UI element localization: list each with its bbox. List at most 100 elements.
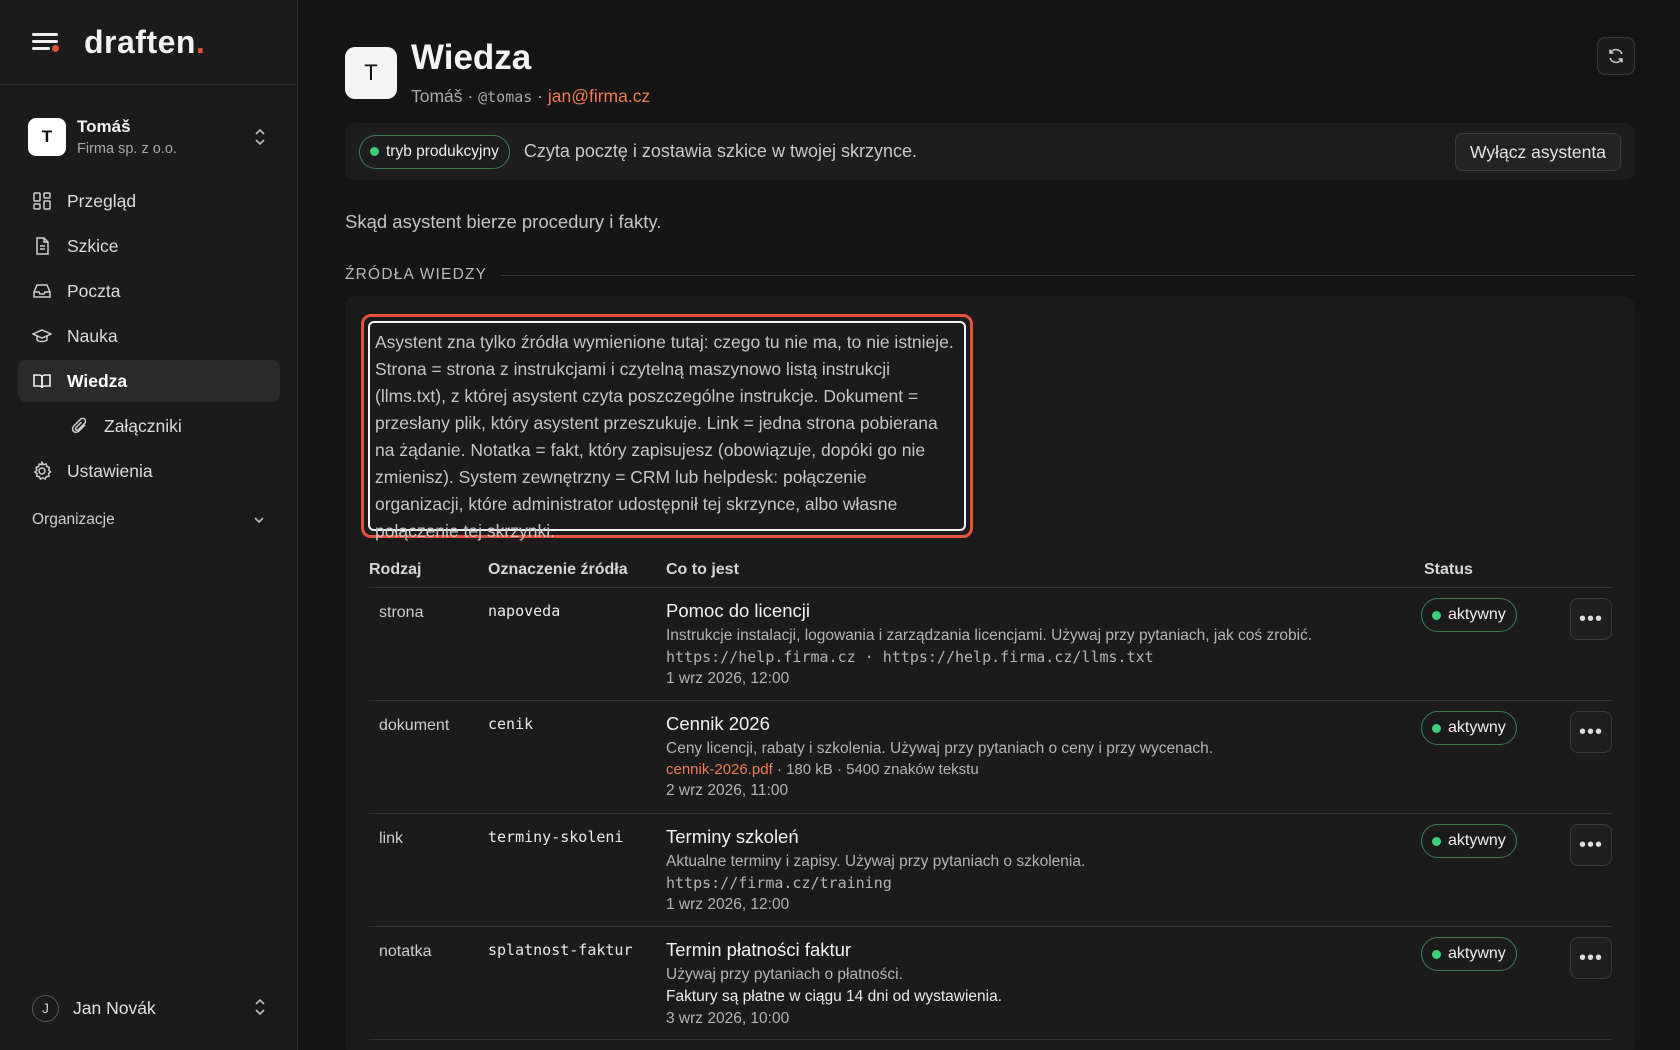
source-title: Termin płatności faktur: [666, 939, 852, 960]
status-label: aktywny: [1448, 945, 1506, 962]
column-header-kind: Rodzaj: [369, 560, 422, 578]
source-kind: dokument: [379, 717, 450, 734]
row-actions-button[interactable]: •••: [1570, 937, 1612, 979]
brand-logo[interactable]: draften.: [84, 24, 205, 61]
user-avatar: J: [32, 994, 59, 1022]
source-id: splatnost-faktur: [488, 941, 633, 959]
user-name: Jan Novák: [73, 997, 156, 1018]
nav-label: Przegląd: [67, 190, 137, 211]
source-description: Używaj przy pytaniach o płatności.: [666, 966, 903, 983]
table-row[interactable]: dokument cenik Cennik 2026 Ceny licencji…: [369, 701, 1612, 814]
status-dot: [1432, 949, 1441, 959]
page-title: Wiedza: [411, 38, 532, 77]
nav-label: Szkice: [67, 235, 119, 256]
nav-item-poczta[interactable]: Poczta: [18, 270, 280, 312]
source-title: Terminy szkoleń: [666, 826, 799, 847]
source-file-link[interactable]: cennik-2026.pdf: [666, 761, 773, 778]
account-avatar: T: [28, 118, 66, 156]
status-label: aktywny: [1448, 719, 1506, 736]
table-row[interactable]: link terminy-skoleni Terminy szkoleń Akt…: [369, 814, 1612, 927]
chevron-updown-icon: [255, 128, 265, 146]
status-dot: [370, 147, 379, 156]
main-content: T Wiedza Tomáš · @tomas · jan@firma.cz t…: [345, 0, 1635, 1050]
paperclip-icon: [70, 416, 90, 436]
status-badge: aktywny: [1421, 824, 1517, 858]
source-kind: strona: [379, 604, 424, 621]
mode-bar: tryb produkcyjny Czyta pocztę i zostawia…: [345, 123, 1635, 180]
section-label: ŹRÓDŁA WIEDZY: [345, 266, 488, 283]
account-name: Tomáš: [77, 117, 131, 136]
more-horizontal-icon: •••: [1578, 720, 1603, 743]
status-dot: [1432, 610, 1441, 620]
source-id: napoveda: [488, 602, 561, 620]
status-dot: [1432, 836, 1441, 846]
sources-table: Rodzaj Oznaczenie źródła Co to jest Stat…: [369, 552, 1612, 1040]
main-nav: Przegląd Szkice Poczta Nauka Wiedza Załą…: [18, 180, 280, 495]
separator: ·: [462, 86, 479, 106]
chevron-updown-icon: [255, 998, 265, 1016]
source-details: Pomoc do licencji Instrukcje instalacji,…: [666, 600, 1406, 688]
table-header: Rodzaj Oznaczenie źródła Co to jest Stat…: [369, 552, 1612, 588]
table-row[interactable]: strona napoveda Pomoc do licencji Instru…: [369, 588, 1612, 701]
source-details: Terminy szkoleń Aktualne terminy i zapis…: [666, 826, 1406, 914]
mode-badge-label: tryb produkcyjny: [386, 142, 499, 160]
source-kind: notatka: [379, 943, 432, 960]
column-header-id: Oznaczenie źródła: [488, 560, 628, 578]
nav-label: Ustawienia: [67, 460, 153, 481]
status-badge: aktywny: [1421, 598, 1517, 632]
status-badge: aktywny: [1421, 937, 1517, 971]
section-header: ŹRÓDŁA WIEDZY: [345, 266, 1635, 284]
source-details: Termin płatności faktur Używaj przy pyta…: [666, 939, 1406, 1028]
logo-row: draften.: [0, 0, 297, 85]
status-label: aktywny: [1448, 832, 1506, 849]
section-lead: Skąd asystent bierze procedury i fakty.: [345, 211, 662, 232]
source-note: Faktury są płatne w ciągu 14 dni od wyst…: [666, 988, 1003, 1005]
info-callout: Asystent zna tylko źródła wymienione tut…: [361, 314, 973, 541]
mode-description: Czyta pocztę i zostawia szkice w twojej …: [523, 141, 917, 161]
source-date: 2 wrz 2026, 11:00: [666, 782, 789, 799]
row-actions-button[interactable]: •••: [1570, 824, 1612, 866]
user-menu[interactable]: J Jan Novák: [18, 990, 280, 1026]
menu-icon[interactable]: [32, 31, 60, 53]
table-row[interactable]: notatka splatnost-faktur Termin płatnośc…: [369, 927, 1612, 1040]
nav-group-organizacje[interactable]: Organizacje: [18, 507, 280, 533]
sidebar: draften. T Tomáš Firma sp. z o.o. Przegl…: [0, 0, 298, 1050]
info-callout-text: Asystent zna tylko źródła wymienione tut…: [368, 321, 966, 541]
column-header-what: Co to jest: [666, 560, 739, 578]
refresh-button[interactable]: [1597, 37, 1635, 75]
nav-label: Nauka: [67, 325, 118, 346]
row-actions-button[interactable]: •••: [1570, 711, 1612, 753]
disable-assistant-button[interactable]: Wyłącz asystenta: [1454, 133, 1621, 171]
nav-item-ustawienia[interactable]: Ustawienia: [18, 450, 280, 492]
nav-item-zalaczniki[interactable]: Załączniki: [18, 405, 280, 447]
source-id: terminy-skoleni: [488, 828, 624, 846]
nav-item-szkice[interactable]: Szkice: [18, 225, 280, 267]
account-org: Firma sp. z o.o.: [77, 141, 177, 157]
source-title: Pomoc do licencji: [666, 600, 810, 621]
document-icon: [32, 236, 52, 256]
nav-group-label: Organizacje: [32, 511, 115, 528]
grid-icon: [32, 191, 52, 211]
column-header-status: Status: [1424, 560, 1473, 578]
mode-badge[interactable]: tryb produkcyjny: [359, 134, 510, 169]
owner-handle: @tomas: [478, 88, 533, 106]
gear-icon: [32, 461, 52, 481]
source-date: 3 wrz 2026, 10:00: [666, 1010, 790, 1027]
nav-label: Poczta: [67, 280, 121, 301]
owner-email-link[interactable]: jan@firma.cz: [548, 86, 650, 106]
more-horizontal-icon: •••: [1578, 946, 1603, 969]
divider: [501, 274, 1635, 276]
source-urls: https://help.firma.cz · https://help.fir…: [666, 648, 1154, 666]
status-badge: aktywny: [1421, 711, 1517, 745]
source-description: Ceny licencji, rabaty i szkolenia. Używa…: [666, 740, 1214, 757]
knowledge-sources-card: Asystent zna tylko źródła wymienione tut…: [345, 296, 1635, 1050]
source-description: Aktualne terminy i zapisy. Używaj przy p…: [666, 853, 1086, 870]
page-subtitle: Tomáš · @tomas · jan@firma.cz: [411, 86, 650, 107]
account-switcher[interactable]: T Tomáš Firma sp. z o.o.: [18, 112, 280, 162]
book-icon: [32, 371, 52, 391]
nav-item-nauka[interactable]: Nauka: [18, 315, 280, 357]
row-actions-button[interactable]: •••: [1570, 598, 1612, 640]
nav-item-wiedza[interactable]: Wiedza: [18, 360, 280, 402]
separator: ·: [532, 86, 548, 106]
nav-item-przeglad[interactable]: Przegląd: [18, 180, 280, 222]
